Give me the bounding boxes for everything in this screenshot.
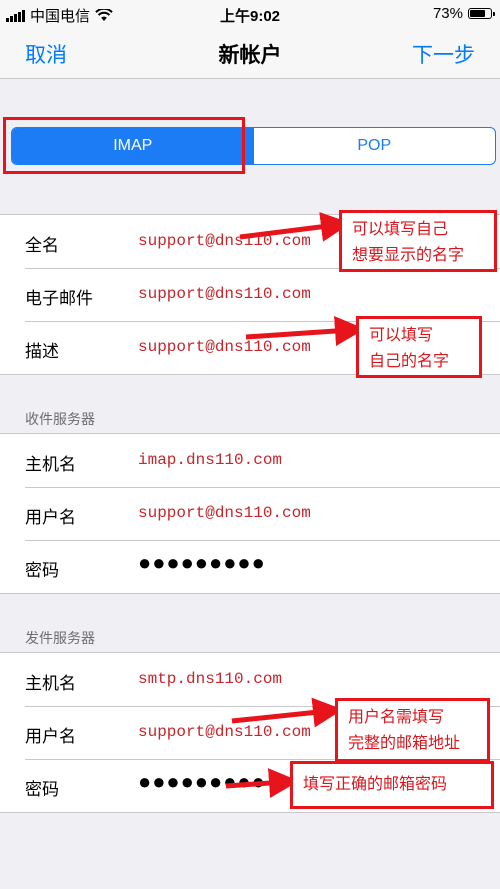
description-annotation: 可以填写 自己的名字 bbox=[356, 316, 482, 378]
smtp-password-annotation: 填写正确的邮箱密码 bbox=[290, 761, 494, 809]
fullname-annotation: 可以填写自己 想要显示的名字 bbox=[339, 210, 497, 272]
arrow-smtp-password bbox=[225, 768, 299, 798]
arrow-description bbox=[245, 316, 365, 346]
arrow-smtp-username bbox=[231, 697, 343, 728]
arrow-fullname bbox=[239, 211, 351, 242]
smtp-username-annotation: 用户名需填写 完整的邮箱地址 bbox=[335, 698, 490, 762]
